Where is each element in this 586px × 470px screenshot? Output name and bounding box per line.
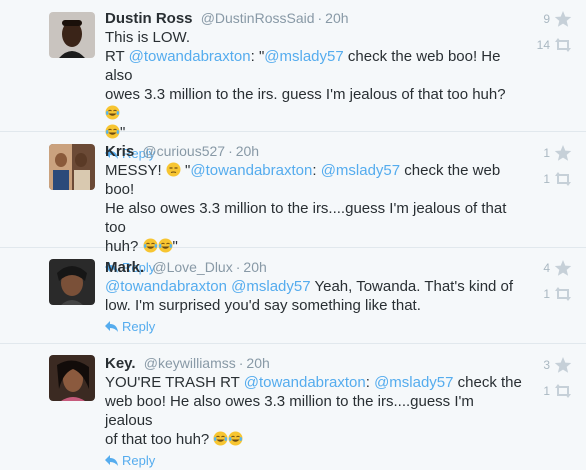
reply-button[interactable]: Reply [105,453,523,469]
mention-link[interactable]: @mslady57 [321,162,400,179]
timestamp[interactable]: 20h [236,143,259,159]
retweet-icon [554,382,572,400]
tweet-text-line: owes 3.3 million to the irs. guess I'm j… [105,85,523,123]
tweet-text-line: RT @towandabraxton: "@mslady57 check the… [105,47,523,85]
tweet: Key. @keywilliamss · 20h YOU'RE TRASH RT @… [0,344,586,468]
tears-of-joy-emoji-icon [228,431,243,446]
reply-button[interactable]: Reply [105,319,523,335]
separator-dot: · [238,355,244,371]
display-name[interactable]: Key. [105,355,136,372]
mention-link[interactable]: @towandabraxton [190,162,312,179]
tweet-text-run: " [180,162,191,179]
tweet-text-run: : [312,162,321,179]
display-name[interactable]: Dustin Ross [105,10,193,27]
tweet-header: Key. @keywilliamss · 20h [105,354,523,373]
reply-label: Reply [122,319,156,334]
unamused-emoji-icon [166,162,181,177]
handle[interactable]: @Love_Dlux [152,259,232,275]
timestamp[interactable]: 20h [243,259,266,275]
tweet-header: Dustin Ross @DustinRossSaid · 20h [105,9,523,28]
tweet-text-run: web boo! He also owes 3.3 million to the… [105,393,474,429]
tweet-text-line: @towandabraxton @mslady57 Yeah, Towanda.… [105,277,523,296]
timestamp[interactable]: 20h [246,355,269,371]
tweet-text-run: MESSY! [105,162,166,179]
tweet-text-run: YOU'RE TRASH RT [105,374,244,391]
tweet-text-line: He also owes 3.3 million to the irs....g… [105,199,523,237]
favorite-count: 3 [543,358,550,372]
reply-arrow-icon [105,320,118,332]
tweet-text: This is LOW. RT @towandabraxton: "@mslady… [105,28,523,142]
star-icon [554,356,572,374]
tweet: Mark. @Love_Dlux · 20h @towandabraxton @ms… [0,248,586,344]
tweet-text-run: check the [453,374,522,391]
tears-of-joy-emoji-icon [105,105,120,120]
retweet-count: 1 [543,172,550,186]
star-icon [554,10,572,28]
tweet-text-line: low. I'm surprised you'd say something l… [105,296,523,315]
tweet: Dustin Ross @DustinRossSaid · 20h This is … [0,0,586,161]
tweet-text-run: : " [250,48,265,65]
tweet-text-run: low. I'm surprised you'd say something l… [105,297,421,314]
tweet-text-run: Yeah, Towanda. That's kind of [310,278,514,295]
favorite-count: 4 [543,261,550,275]
tweet-text-run: This is LOW. [105,29,191,46]
tweet-text-run: owes 3.3 million to the irs. guess I'm j… [105,86,506,103]
tweet-text-run: of that too huh? [105,431,214,448]
tweet: Kris @curious527 · 20h MESSY! "@towandabra… [0,132,586,275]
tweet-text: @towandabraxton @mslady57 Yeah, Towanda.… [105,277,523,315]
star-icon [554,259,572,277]
mention-link[interactable]: @towandabraxton [244,374,366,391]
mention-link[interactable]: @mslady57 [264,48,343,65]
tweet-text: MESSY! "@towandabraxton: @mslady57 check… [105,161,523,256]
mention-link[interactable]: @mslady57 [374,374,453,391]
star-icon [554,144,572,162]
favorite-count: 1 [543,146,550,160]
tweet-feed: Dustin Ross @DustinRossSaid · 20h This is … [0,0,586,468]
tweet-text-line: of that too huh? [105,430,523,449]
separator-dot: · [228,143,233,159]
retweet-count: 14 [536,38,550,52]
tweet-text: YOU'RE TRASH RT @towandabraxton: @mslady… [105,373,523,449]
timestamp[interactable]: 20h [325,10,348,26]
handle[interactable]: @keywilliamss [144,355,236,371]
handle[interactable]: @curious527 [142,143,225,159]
tears-of-joy-emoji-icon [213,431,228,446]
mention-link[interactable]: @towandabraxton [105,278,227,295]
handle[interactable]: @DustinRossSaid [201,10,315,26]
tweet-header: Mark. @Love_Dlux · 20h [105,258,523,277]
avatar[interactable] [49,12,95,58]
avatar[interactable] [49,144,95,190]
reply-label: Reply [122,453,156,468]
tweet-header: Kris @curious527 · 20h [105,142,523,161]
mention-link[interactable]: @towandabraxton [129,48,251,65]
retweet-count: 1 [543,384,550,398]
retweet-count: 1 [543,287,550,301]
retweet-icon [554,170,572,188]
favorite-count: 9 [543,12,550,26]
retweet-icon [554,285,572,303]
tweet-text-line: YOU'RE TRASH RT @towandabraxton: @mslady… [105,373,523,392]
tweet-text-line: web boo! He also owes 3.3 million to the… [105,392,523,430]
avatar[interactable] [49,355,95,401]
retweet-icon [554,36,572,54]
avatar[interactable] [49,259,95,305]
tweet-text-line: MESSY! "@towandabraxton: @mslady57 check… [105,161,523,199]
separator-dot: · [235,259,241,275]
tweet-text-line: This is LOW. [105,28,523,47]
mention-link[interactable]: @mslady57 [231,278,310,295]
tweet-text-run: He also owes 3.3 million to the irs....g… [105,200,507,236]
display-name[interactable]: Kris [105,143,134,160]
tweet-text-run: RT [105,48,129,65]
display-name[interactable]: Mark. [105,259,144,276]
reply-arrow-icon [105,454,118,466]
separator-dot: · [317,10,323,26]
tweet-text-run: : [365,374,375,391]
